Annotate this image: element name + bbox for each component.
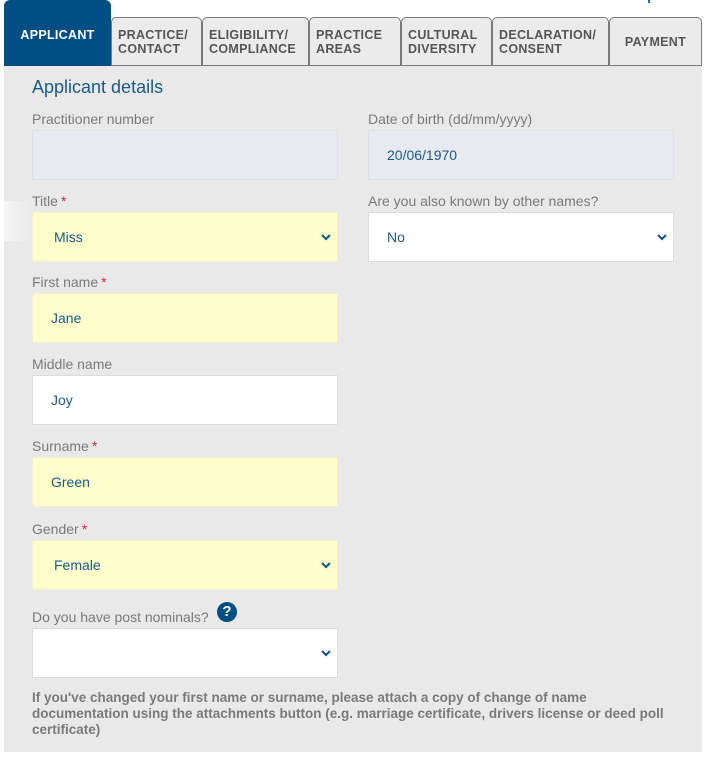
applicant-panel: Applicant details Practitioner number Da… [4,66,702,752]
tab-label: AREAS [316,42,362,56]
post-nominals-select[interactable] [32,628,338,678]
date-of-birth-label: Date of birth (dd/mm/yyyy) [368,111,533,127]
other-names-select-value: No [387,229,405,245]
title-select[interactable]: Miss [32,212,338,262]
other-names-select[interactable]: No [368,212,674,262]
tab-label: APPLICANT [20,28,95,42]
surname-input[interactable]: Green [32,457,338,507]
practitioner-number-field [32,130,338,180]
practitioner-number-label: Practitioner number [32,111,155,127]
gender-select-value: Female [54,557,101,573]
required-mark: * [81,521,88,537]
tab-practice-contact[interactable]: PRACTICE/ CONTACT [111,17,202,66]
tab-bar: APPLICANT PRACTICE/ CONTACT ELIGIBILITY/… [0,0,707,67]
tab-payment[interactable]: PAYMENT [609,17,702,66]
gender-label: Gender * [32,521,87,537]
tab-label: PRACTICE [316,28,383,42]
other-names-label: Are you also known by other names? [368,193,599,209]
tab-applicant[interactable]: APPLICANT [4,0,111,67]
tab-label: DECLARATION/ [499,28,597,42]
decorative-glow [4,201,34,241]
surname-label: Surname * [32,438,97,454]
tab-label: COMPLIANCE [209,42,297,56]
title-label-text: Title [32,193,58,209]
surname-label-text: Surname [32,438,89,454]
title-select-value: Miss [54,229,83,245]
tab-declaration-consent[interactable]: DECLARATION/ CONSENT [492,17,609,66]
tab-label: PAYMENT [624,35,687,49]
required-mark: * [91,438,98,454]
required-mark: * [60,193,67,209]
title-label: Title * [32,193,66,209]
tab-practice-areas[interactable]: PRACTICE AREAS [309,17,401,66]
tab-eligibility-compliance[interactable]: ELIGIBILITY/ COMPLIANCE [202,17,309,66]
section-title: Applicant details [32,77,164,97]
first-name-label-text: First name [32,274,99,290]
first-name-input[interactable]: Jane [32,293,338,343]
middle-name-label: Middle name [32,356,113,372]
first-name-label: First name * [32,274,107,290]
tab-label: CONTACT [118,42,181,56]
chevron-down-icon [657,234,667,241]
tab-label: CONSENT [499,42,563,56]
middle-name-input[interactable]: Joy [32,375,338,425]
gender-select[interactable]: Female [32,540,338,590]
chevron-down-icon [321,562,331,569]
chevron-down-icon [321,650,331,657]
tab-label: ELIGIBILITY/ [209,28,289,42]
chevron-down-icon [321,234,331,241]
help-icon[interactable]: ? [217,602,237,622]
tab-cultural-diversity[interactable]: CULTURAL DIVERSITY [401,17,492,66]
post-nominals-label: Do you have post nominals? [32,609,209,625]
tab-label: PRACTICE/ [118,28,189,42]
required-mark: * [101,274,107,290]
tab-label: CULTURAL [408,28,478,42]
gender-label-text: Gender [32,521,79,537]
date-of-birth-field: 20/06/1970 [368,130,674,180]
tab-label: DIVERSITY [408,42,477,56]
name-change-note: If you've changed your first name or sur… [32,690,664,737]
